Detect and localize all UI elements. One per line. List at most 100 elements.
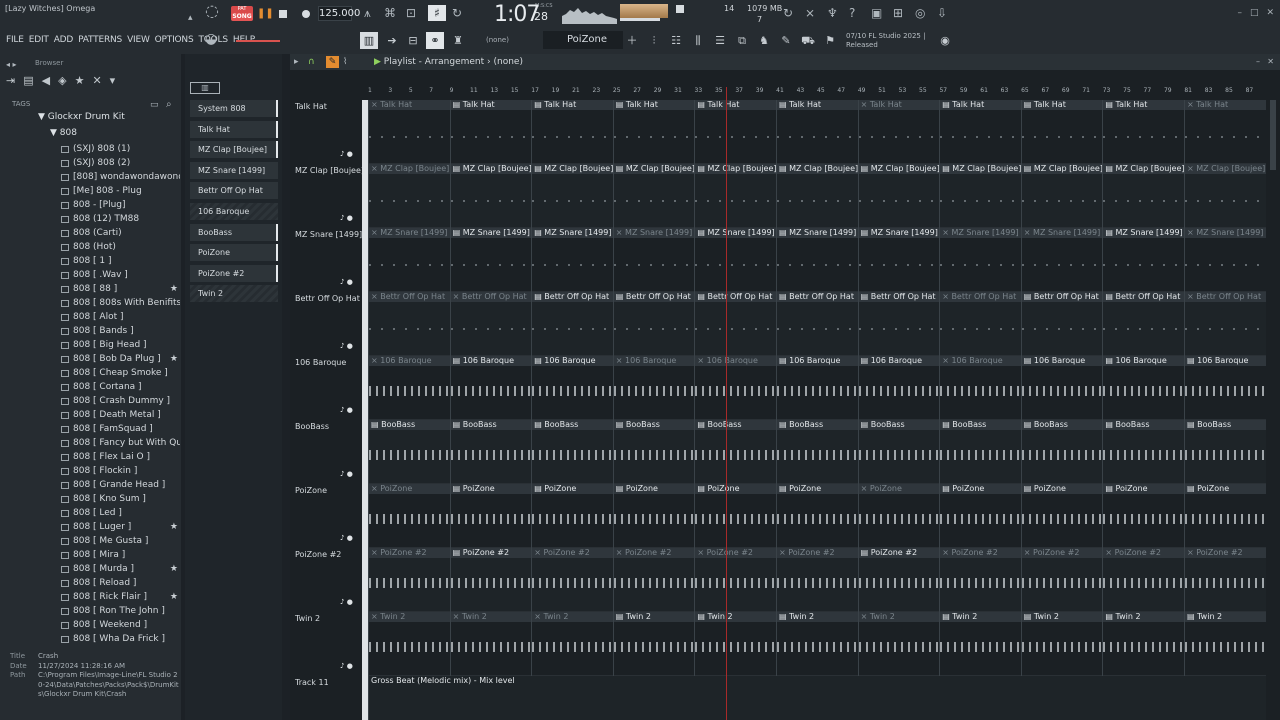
vertical-scrollbar[interactable]: [1270, 100, 1276, 170]
picker-item[interactable]: MZ Snare [1499]: [190, 161, 278, 179]
file-item[interactable]: 808 [ Mira ]: [60, 548, 180, 562]
track-name[interactable]: Bettr Off Op Hat: [295, 294, 360, 303]
file-item[interactable]: 808 [ Luger ] ★: [60, 520, 180, 534]
pattern-clip[interactable]: ▤ Twin 2: [694, 612, 776, 676]
file-item[interactable]: 808 (Hot): [60, 240, 180, 254]
minimize-button[interactable]: –: [1237, 8, 1242, 18]
playlist-icon[interactable]: ☰: [711, 32, 729, 49]
speaker-icon[interactable]: ◀: [42, 74, 50, 87]
song-mode-toggle[interactable]: SONG: [231, 13, 253, 21]
pattern-clip[interactable]: × Bettr Off Op Hat: [1184, 292, 1266, 356]
arrangement-label[interactable]: (none): [486, 36, 509, 44]
pattern-clip[interactable]: ▤ Bettr Off Op Hat: [694, 292, 776, 356]
file-item[interactable]: 808 [ 88 ] ★: [60, 282, 180, 296]
file-item[interactable]: 808 [ 1 ]: [60, 254, 180, 268]
pattern-clip[interactable]: ▤ 106 Baroque: [449, 356, 532, 420]
add-pattern-icon[interactable]: ＋: [623, 32, 641, 49]
piano-roll-icon[interactable]: ▥: [360, 32, 378, 49]
menu-options[interactable]: OPTIONS: [155, 35, 194, 45]
pattern-clip[interactable]: ▤ PoiZone: [776, 484, 858, 548]
pattern-clip[interactable]: ▤ PoiZone: [694, 484, 776, 548]
pattern-clip[interactable]: ▤ Bettr Off Op Hat: [531, 292, 613, 356]
search-icon[interactable]: ⌕: [166, 99, 172, 111]
file-item[interactable]: 808 [ Flockin ]: [60, 464, 180, 478]
file-item[interactable]: 808 [ Death Metal ]: [60, 408, 180, 422]
pattern-clip[interactable]: × MZ Snare [1499]: [612, 228, 695, 292]
plugin-picker-icon[interactable]: ♞: [755, 32, 773, 49]
tree-folder-808[interactable]: ▼ 808: [50, 128, 77, 138]
favorite-icon[interactable]: ★: [75, 74, 85, 87]
pattern-clip[interactable]: ▤ Talk Hat: [776, 100, 858, 164]
pattern-clip[interactable]: ▤ Bettr Off Op Hat: [1102, 292, 1184, 356]
pattern-clip[interactable]: ▤ PoiZone: [531, 484, 613, 548]
pattern-clip[interactable]: ▤ 106 Baroque: [857, 356, 940, 420]
picker-item[interactable]: MZ Clap [Boujee]: [190, 141, 278, 159]
track-mute-icon[interactable]: ♪ ●: [340, 406, 353, 414]
cart-icon[interactable]: ⛟: [799, 32, 817, 49]
file-item[interactable]: 808 [ Grande Head ]: [60, 478, 180, 492]
news-panel[interactable]: 07/10 FL Studio 2025 | Released: [846, 32, 926, 50]
track-name[interactable]: PoiZone: [295, 486, 327, 495]
time-display[interactable]: 1:07: [494, 2, 540, 27]
pattern-clip[interactable]: × Talk Hat: [368, 100, 450, 164]
pattern-clip[interactable]: × PoiZone #2: [939, 548, 1021, 612]
pattern-clip[interactable]: × PoiZone #2: [694, 548, 776, 612]
pattern-clip[interactable]: ▤ MZ Snare [1499]: [857, 228, 940, 292]
pattern-clip[interactable]: × 106 Baroque: [939, 356, 1021, 420]
snap-icon[interactable]: ♯: [428, 5, 446, 21]
pattern-clip[interactable]: ▤ BooBass: [694, 420, 776, 484]
file-item[interactable]: 808 [ Reload ]: [60, 576, 180, 590]
file-item[interactable]: 808 [ Crash Dummy ]: [60, 394, 180, 408]
track-name[interactable]: PoiZone #2: [295, 550, 341, 559]
pattern-clip[interactable]: × PoiZone: [857, 484, 940, 548]
pattern-clip[interactable]: ▤ Talk Hat: [1020, 100, 1103, 164]
track-name[interactable]: MZ Clap [Boujee]: [295, 166, 364, 175]
pattern-clip[interactable]: ▤ 106 Baroque: [531, 356, 613, 420]
step-edit-icon[interactable]: ⌘: [384, 7, 396, 19]
menu-add[interactable]: ADD: [54, 35, 74, 45]
record-mode-icon[interactable]: ◌: [205, 3, 219, 19]
pattern-clip[interactable]: × PoiZone #2: [776, 548, 858, 612]
microphone-icon[interactable]: ♆: [827, 7, 838, 19]
pattern-clip[interactable]: ▤ Talk Hat: [531, 100, 613, 164]
folder-icon[interactable]: ▭: [150, 99, 159, 111]
favorite-star-icon[interactable]: ★: [170, 352, 178, 366]
file-item[interactable]: 808 [ Cortana ]: [60, 380, 180, 394]
plugin-icon[interactable]: ⊞: [893, 7, 903, 19]
pattern-clip[interactable]: ▤ Twin 2: [1102, 612, 1184, 676]
file-item[interactable]: 808 [ Murda ] ★: [60, 562, 180, 576]
pattern-clip[interactable]: ▤ BooBass: [939, 420, 1021, 484]
favorite-star-icon[interactable]: ★: [170, 282, 178, 296]
pattern-clip[interactable]: ▤ 106 Baroque: [1102, 356, 1184, 420]
file-item[interactable]: 808 [ Flex Lai O ]: [60, 450, 180, 464]
pattern-clip[interactable]: ▤ MZ Snare [1499]: [1102, 228, 1184, 292]
close-button[interactable]: ✕: [1266, 8, 1274, 18]
pattern-clip[interactable]: ▤ BooBass: [531, 420, 613, 484]
pattern-selector[interactable]: PoiZone: [543, 31, 623, 49]
draw-mode-icon[interactable]: ⊟: [404, 32, 422, 49]
track-lane[interactable]: × PoiZone ▤ PoiZone ▤ PoiZone ▤ PoiZone ▤ Po…: [368, 484, 1266, 548]
mixer-icon[interactable]: ⫶: [645, 32, 663, 49]
pattern-clip[interactable]: ▤ Twin 2: [776, 612, 858, 676]
pattern-clip[interactable]: × PoiZone: [368, 484, 450, 548]
pattern-clip[interactable]: ▤ PoiZone: [1102, 484, 1184, 548]
pattern-clip[interactable]: × PoiZone #2: [1184, 548, 1266, 612]
file-item[interactable]: 808 [ Weekend ]: [60, 618, 180, 632]
menu-patterns[interactable]: PATTERNS: [78, 35, 122, 45]
pattern-clip[interactable]: ▤ 106 Baroque: [776, 356, 858, 420]
maximize-button[interactable]: □: [1250, 8, 1259, 18]
file-item[interactable]: 808 [ Cheap Smoke ]: [60, 366, 180, 380]
pattern-clip[interactable]: × MZ Snare [1499]: [1184, 228, 1266, 292]
pitch-knob-icon[interactable]: ◒: [205, 32, 217, 46]
metronome-icon[interactable]: ▴: [188, 12, 193, 24]
track-lane[interactable]: × Talk Hat ▤ Talk Hat ▤ Talk Hat ▤ Talk Hat…: [368, 100, 1266, 164]
menu-view[interactable]: VIEW: [127, 35, 150, 45]
minimize-icon[interactable]: –: [1256, 56, 1260, 68]
pattern-clip[interactable]: × MZ Snare [1499]: [368, 228, 450, 292]
file-item[interactable]: 808 - [Plug]: [60, 198, 180, 212]
stop-button[interactable]: [279, 10, 287, 18]
equalizer-icon[interactable]: ⫼: [689, 32, 707, 49]
pattern-clip[interactable]: × PoiZone #2: [368, 548, 450, 612]
pattern-clip[interactable]: ▤ BooBass: [857, 420, 940, 484]
pattern-clip[interactable]: × PoiZone #2: [1020, 548, 1103, 612]
